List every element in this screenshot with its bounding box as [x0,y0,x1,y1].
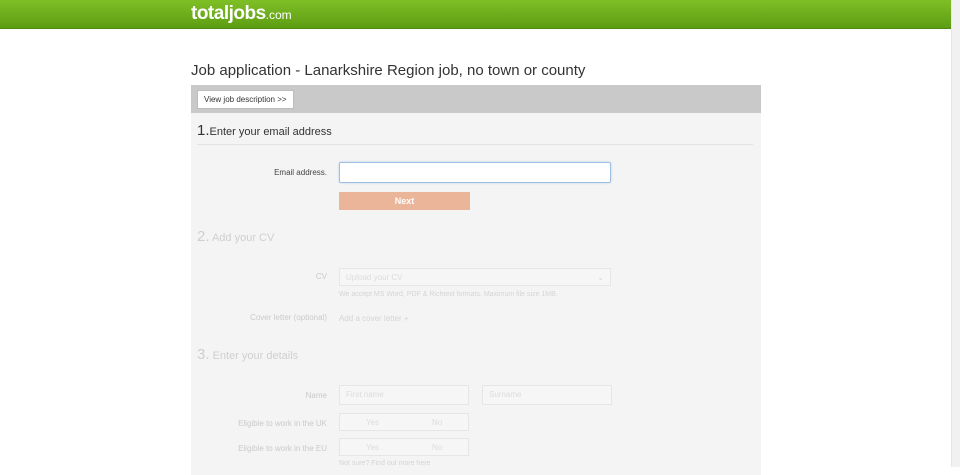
step-1-divider [197,144,753,145]
step-2-number: 2. [197,228,210,245]
cv-format-hint: We accept MS Word, PDF & Richtext format… [339,291,558,298]
step-3-heading: 3. Enter your details [197,346,298,363]
cv-select-value: Upload your CV [346,273,403,282]
eligible-uk-no[interactable]: No [432,414,442,432]
step-1-title: Enter your email address [209,126,332,138]
page-scrollbar[interactable] [951,0,960,467]
first-name-placeholder: First name [346,390,384,399]
add-cover-letter-link[interactable]: Add a cover letter + [339,314,409,323]
step-2-heading: 2. Add your CV [197,228,274,245]
surname-placeholder: Surname [489,390,522,399]
top-bar: totaljobs.com [0,0,952,29]
cover-letter-label: Cover letter (optional) [250,313,327,322]
email-field[interactable] [339,162,611,183]
logo-main: totaljobs [191,3,266,24]
first-name-field[interactable]: First name [339,385,469,405]
step-1-number: 1. [197,122,210,139]
eligible-eu-yes[interactable]: Yes [366,439,379,457]
name-label: Name [305,391,327,400]
step-3-number: 3. [197,346,210,363]
eligible-uk-label: Eligible to work in the UK [238,419,327,428]
cv-select[interactable]: Upload your CV ⌄ [339,268,611,286]
totaljobs-logo[interactable]: totaljobs.com [191,3,292,25]
next-button[interactable]: Next [339,192,470,210]
eligible-uk-yes[interactable]: Yes [366,414,379,432]
view-job-description-button[interactable]: View job description >> [197,90,294,109]
eligibility-help-link[interactable]: Not sure? Find out more here [339,460,430,467]
panel-header: View job description >> [191,85,761,113]
surname-field[interactable]: Surname [482,385,612,405]
step-2-title: Add your CV [211,232,275,244]
eligible-eu-no[interactable]: No [432,439,442,457]
email-label: Email address. [274,168,327,177]
logo-suffix: .com [265,8,292,22]
application-panel: View job description >> 1.Enter your ema… [191,85,761,475]
cv-label: CV [315,272,327,281]
step-3-title: Enter your details [212,350,299,362]
step-1-heading: 1.Enter your email address [197,122,332,139]
eligible-eu-toggle[interactable]: Yes No [339,438,469,456]
eligible-uk-toggle[interactable]: Yes No [339,413,469,431]
eligible-eu-label: Eligible to work in the EU [238,444,327,453]
chevron-down-icon: ⌄ [597,273,604,282]
page-title: Job application - Lanarkshire Region job… [191,62,586,79]
